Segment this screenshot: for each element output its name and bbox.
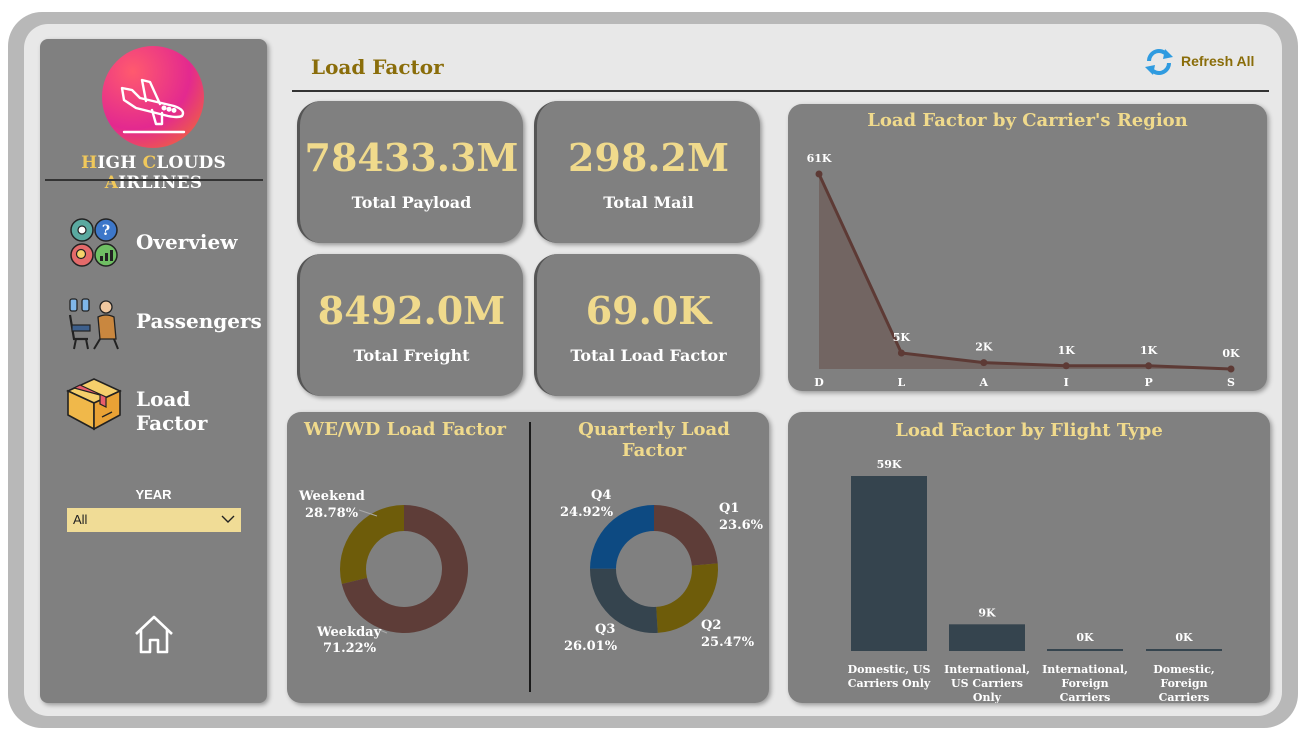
x-tick-label: International, <box>944 663 1030 676</box>
home-icon[interactable] <box>132 612 176 656</box>
slice-label: Q1 <box>719 501 739 516</box>
package-box-icon <box>66 378 122 431</box>
data-label: 5K <box>893 331 911 344</box>
x-tick-label: S <box>1227 376 1235 389</box>
x-tick-label: Foreign <box>1160 677 1207 690</box>
bar <box>1047 649 1123 651</box>
refresh-all-label: Refresh All <box>1181 53 1255 69</box>
donut-divider <box>529 422 531 692</box>
kpi-total-freight: 8492.0M Total Freight <box>297 254 523 396</box>
x-tick-label: Carriers Only <box>848 677 931 690</box>
x-tick-label: I <box>1064 376 1069 389</box>
refresh-all-button[interactable]: Refresh All <box>1143 47 1263 77</box>
data-label: 2K <box>975 341 993 354</box>
slice-value: 71.22% <box>323 641 377 656</box>
header-divider <box>292 90 1269 92</box>
kpi-label: Total Load Factor <box>570 346 727 365</box>
airplane-icon <box>120 78 186 134</box>
kpi-label: Total Freight <box>353 346 470 365</box>
flight-type-chart-panel: Load Factor by Flight Type 59K Domestic, … <box>788 412 1270 703</box>
slice-label: Q3 <box>595 622 615 637</box>
data-label: 0K <box>1222 347 1240 360</box>
slice-value: 28.78% <box>305 506 359 521</box>
donut-slice <box>654 505 718 566</box>
bar <box>851 476 927 651</box>
nav-label: Passengers <box>136 309 262 333</box>
kpi-total-mail: 298.2M Total Mail <box>534 101 760 243</box>
region-area-chart: 61K D 5K L 2K A 1K I 1K P 0K S <box>807 152 1240 389</box>
slice-value: 23.6% <box>719 518 764 533</box>
x-tick-label: Carriers <box>1159 691 1210 703</box>
x-tick-label: Domestic, <box>1153 663 1215 676</box>
slice-label: Weekend <box>298 489 365 504</box>
slice-value: 25.47% <box>701 635 755 650</box>
nav-item-passengers[interactable]: Passengers <box>64 295 264 353</box>
kpi-total-payload: 78433.3M Total Payload <box>297 101 523 243</box>
x-tick-label: L <box>898 376 906 389</box>
x-tick-label: A <box>979 376 989 389</box>
kpi-value: 298.2M <box>567 135 730 180</box>
kpi-total-load-factor: 69.0K Total Load Factor <box>534 254 760 396</box>
kpi-value: 69.0K <box>585 288 712 333</box>
quarterly-donut: Q1 23.6% Q2 25.47% Q3 26.01% Q4 24.92% <box>560 488 764 654</box>
x-tick-label: D <box>814 376 824 389</box>
kpi-label: Total Mail <box>603 193 694 212</box>
nav-item-load-factor[interactable]: Load Factor <box>64 373 264 435</box>
x-tick-label: International, <box>1042 663 1128 676</box>
slice-value: 26.01% <box>564 639 618 654</box>
nav-label: Load Factor <box>136 387 208 435</box>
passenger-seat-icon <box>68 298 119 350</box>
data-point <box>980 359 988 367</box>
data-label: 9K <box>978 606 996 619</box>
year-dropdown[interactable]: All <box>67 508 241 532</box>
bar <box>949 624 1025 651</box>
data-point <box>1062 362 1070 370</box>
sidebar: HIGH CLOUDS AIRLINES ? Overview Passenge <box>40 39 267 703</box>
brand-divider <box>45 179 263 181</box>
region-chart-panel: Load Factor by Carrier's Region 61K D 5K L 2… <box>788 104 1267 391</box>
x-tick-label: US Carriers <box>951 677 1023 690</box>
data-point <box>1227 365 1235 373</box>
slice-value: 24.92% <box>560 505 614 520</box>
data-label: 61K <box>807 152 832 165</box>
page-title: Load Factor <box>311 55 444 79</box>
weekend-weekday-donut: Weekend 28.78% Weekday71.22% <box>298 489 468 656</box>
x-tick-label: Domestic, US <box>848 663 931 676</box>
data-point <box>1145 362 1153 370</box>
data-point <box>815 170 823 178</box>
x-tick-label: Carriers <box>1060 691 1111 703</box>
kpi-label: Total Payload <box>351 193 472 212</box>
data-label: 1K <box>1140 344 1158 357</box>
brand-name: HIGH CLOUDS AIRLINES <box>81 153 226 193</box>
data-label: 1K <box>1058 344 1076 357</box>
slice-label: Q4 <box>591 488 611 503</box>
data-label: 59K <box>877 458 902 471</box>
year-dropdown-value: All <box>73 512 88 527</box>
overview-icon: ? <box>70 218 118 267</box>
slice-label: Weekday <box>316 625 382 640</box>
area-fill <box>819 174 1231 369</box>
kpi-value: 78433.3M <box>304 135 519 180</box>
nav-label: Overview <box>136 230 238 254</box>
x-tick-label: Foreign <box>1061 677 1108 690</box>
chevron-down-icon <box>221 515 235 523</box>
data-point <box>897 349 905 357</box>
data-label: 0K <box>1175 631 1193 644</box>
airline-logo <box>102 46 204 148</box>
refresh-icon <box>1145 49 1173 75</box>
donut-charts-panel: WE/WD Load Factor Quarterly Load Factor … <box>287 412 769 703</box>
year-filter-label: YEAR <box>135 487 172 502</box>
svg-text:?: ? <box>102 223 110 239</box>
kpi-value: 8492.0M <box>317 288 506 333</box>
x-tick-label: Only <box>973 691 1002 703</box>
x-tick-label: P <box>1144 376 1152 389</box>
slice-label: Q2 <box>701 618 721 633</box>
flight-type-bar-chart: 59KDomestic, USCarriers Only9KInternatio… <box>848 458 1222 703</box>
bar <box>1146 649 1222 651</box>
data-label: 0K <box>1076 631 1094 644</box>
nav-item-overview[interactable]: ? Overview <box>64 216 264 274</box>
